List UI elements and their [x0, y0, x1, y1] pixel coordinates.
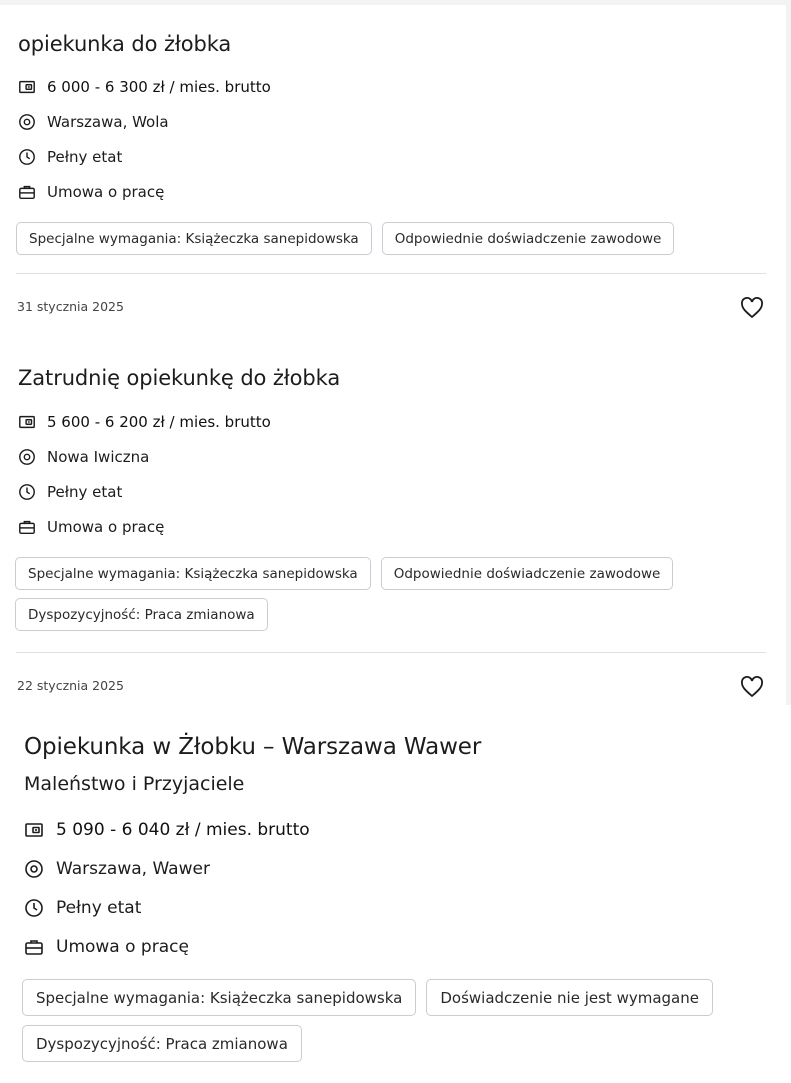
- publication-date: 22 stycznia 2025: [17, 678, 124, 693]
- contract-text: Umowa o pracę: [47, 518, 165, 536]
- contract-text: Umowa o pracę: [47, 183, 165, 201]
- requirement-tag: Specjalne wymagania: Książeczka sanepido…: [16, 222, 372, 255]
- salary-row: 5 090 - 6 040 zł / mies. brutto: [24, 820, 310, 840]
- location-row: Nowa Iwiczna: [18, 448, 149, 466]
- work-time-row: Pełny etat: [24, 898, 141, 918]
- location-text: Nowa Iwiczna: [47, 448, 150, 466]
- offer-title[interactable]: opiekunka do żłobka: [18, 32, 231, 56]
- briefcase-icon: [24, 937, 44, 957]
- location-row: Warszawa, Wola: [18, 113, 169, 131]
- requirement-tag: Dyspozycyjność: Praca zmianowa: [22, 1025, 302, 1062]
- location-text: Warszawa, Wawer: [56, 859, 210, 879]
- salary-row: 5 600 - 6 200 zł / mies. brutto: [18, 413, 271, 431]
- publication-date: 31 stycznia 2025: [17, 299, 124, 314]
- job-offer-card[interactable]: Zatrudnię opiekunkę do żłobka 5 600 - 6 …: [0, 341, 786, 705]
- location-pin-icon: [18, 113, 36, 131]
- work-time-text: Pełny etat: [56, 898, 142, 918]
- location-pin-icon: [18, 448, 36, 466]
- work-time-text: Pełny etat: [47, 148, 123, 166]
- offer-title[interactable]: Opiekunka w Żłobku – Warszawa Wawer: [24, 734, 481, 760]
- offer-title[interactable]: Zatrudnię opiekunkę do żłobka: [18, 366, 340, 390]
- wallet-icon: [18, 78, 36, 96]
- company-name[interactable]: Maleństwo i Przyjaciele: [24, 773, 244, 795]
- divider: [16, 652, 766, 653]
- favorite-button[interactable]: [740, 676, 764, 698]
- work-time-row: Pełny etat: [18, 483, 122, 501]
- wallet-icon: [24, 820, 44, 840]
- requirement-tag: Specjalne wymagania: Książeczka sanepido…: [15, 557, 371, 590]
- work-time-row: Pełny etat: [18, 148, 122, 166]
- salary-text: 5 600 - 6 200 zł / mies. brutto: [47, 413, 271, 431]
- favorite-button[interactable]: [740, 297, 764, 319]
- tags-list: Specjalne wymagania: Książeczka sanepido…: [22, 979, 787, 1062]
- contract-row: Umowa o pracę: [24, 937, 189, 957]
- divider: [16, 273, 766, 274]
- clock-icon: [18, 483, 36, 501]
- briefcase-icon: [18, 183, 36, 201]
- work-time-text: Pełny etat: [47, 483, 123, 501]
- briefcase-icon: [18, 518, 36, 536]
- requirement-tag: Dyspozycyjność: Praca zmianowa: [15, 598, 268, 631]
- heart-icon: [741, 297, 763, 319]
- requirement-tag: Specjalne wymagania: Książeczka sanepido…: [22, 979, 417, 1016]
- contract-row: Umowa o pracę: [18, 518, 164, 536]
- requirement-tag: Odpowiednie doświadczenie zawodowe: [380, 557, 674, 590]
- job-offer-card[interactable]: opiekunka do żłobka 6 000 - 6 300 zł / m…: [0, 5, 786, 341]
- contract-text: Umowa o pracę: [56, 937, 189, 957]
- location-row: Warszawa, Wawer: [24, 859, 210, 879]
- requirement-tag: Doświadczenie nie jest wymagane: [426, 979, 713, 1016]
- tags-list: Specjalne wymagania: Książeczka sanepido…: [16, 222, 776, 255]
- contract-row: Umowa o pracę: [18, 183, 164, 201]
- requirement-tag: Odpowiednie doświadczenie zawodowe: [381, 222, 675, 255]
- location-pin-icon: [24, 859, 44, 879]
- location-text: Warszawa, Wola: [47, 113, 169, 131]
- heart-icon: [741, 676, 763, 698]
- salary-text: 6 000 - 6 300 zł / mies. brutto: [47, 78, 271, 96]
- salary-text: 5 090 - 6 040 zł / mies. brutto: [56, 820, 310, 840]
- wallet-icon: [18, 413, 36, 431]
- tags-list: Specjalne wymagania: Książeczka sanepido…: [15, 557, 775, 631]
- job-offer-card[interactable]: Opiekunka w Żłobku – Warszawa Wawer Male…: [0, 705, 791, 1083]
- salary-row: 6 000 - 6 300 zł / mies. brutto: [18, 78, 271, 96]
- clock-icon: [18, 148, 36, 166]
- clock-icon: [24, 898, 44, 918]
